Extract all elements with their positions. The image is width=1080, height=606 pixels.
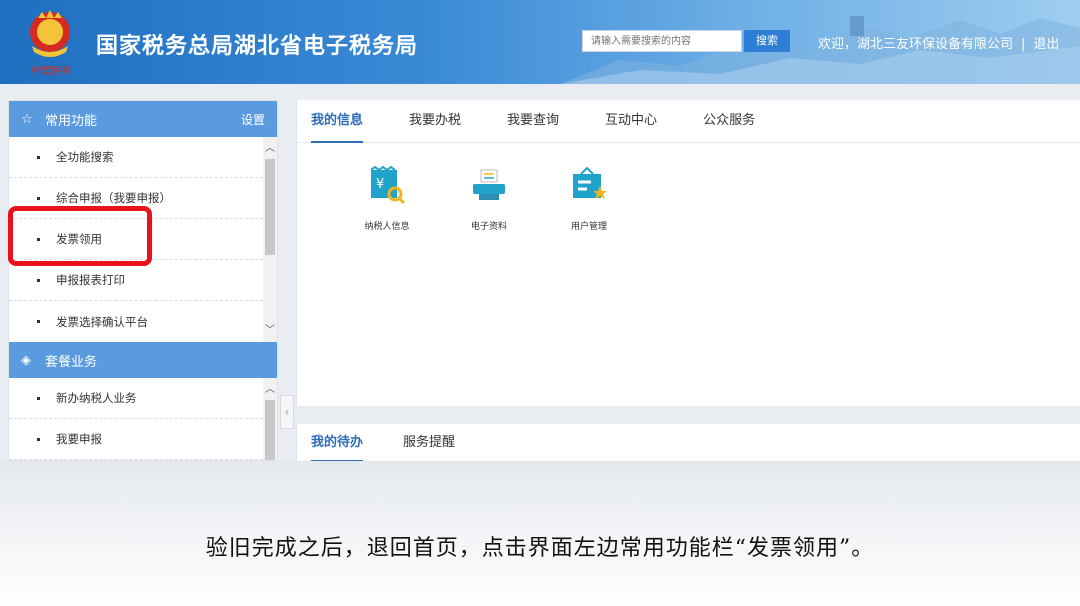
package-business-header[interactable]: ◈ 套餐业务 <box>9 342 277 378</box>
sidebar: ☆ 常用功能 设置 全功能搜索 综合申报（我要申报） 发票领用 申报报表打印 发… <box>8 100 278 461</box>
electronic-documents-icon <box>473 169 505 200</box>
user-management-icon <box>573 166 607 199</box>
sidebar-item-label: 申报报表打印 <box>56 273 125 287</box>
settings-link[interactable]: 设置 <box>241 111 265 128</box>
tab-interaction-center[interactable]: 互动中心 <box>605 100 657 142</box>
sidebar-item-label: 新办纳税人业务 <box>56 391 137 405</box>
package-business-label: 套餐业务 <box>45 354 98 370</box>
package-list-scrollbar[interactable]: ︿ <box>263 378 277 460</box>
tile-taxpayer-info[interactable]: ¥ 纳税人信息 <box>347 165 427 232</box>
tab-my-todo[interactable]: 我的待办 <box>311 424 364 462</box>
bullet-icon <box>37 396 40 400</box>
sidebar-item-label: 全功能搜索 <box>56 150 114 164</box>
tab-query[interactable]: 我要查询 <box>507 100 559 142</box>
welcome-text: 欢迎，湖北三友环保设备有限公司 <box>818 37 1014 52</box>
tile-label: 纳税人信息 <box>364 222 410 232</box>
site-header: 中国税务 国家税务总局湖北省电子税务局 搜索 欢迎，湖北三友环保设备有限公司 | 退… <box>0 0 1080 84</box>
taxpayer-info-icon: ¥ <box>370 165 406 205</box>
todo-panel: 我的待办 服务提醒 <box>296 424 1080 462</box>
layers-icon: ◈ <box>21 352 31 368</box>
svg-text:¥: ¥ <box>376 177 384 192</box>
main-tabs: 我的信息 我要办税 我要查询 互动中心 公众服务 <box>297 100 1080 143</box>
sidebar-item-invoice-confirm-platform[interactable]: 发票选择确认平台 <box>9 301 263 342</box>
logo-script-text: 中国税务 <box>30 66 70 77</box>
sidebar-item-label: 综合申报（我要申报） <box>56 191 171 205</box>
sidebar-item-my-filing[interactable]: 我要申报 <box>9 419 263 460</box>
search-button[interactable]: 搜索 <box>744 30 790 52</box>
tab-service-reminder[interactable]: 服务提醒 <box>403 424 455 461</box>
star-outline-icon: ☆ <box>21 111 33 127</box>
scrollbar-thumb[interactable] <box>265 159 275 255</box>
common-functions-header[interactable]: ☆ 常用功能 设置 <box>9 101 277 137</box>
tab-public-service[interactable]: 公众服务 <box>703 100 755 142</box>
bullet-icon <box>37 320 40 323</box>
scroll-up-icon[interactable]: ︿ <box>263 139 277 154</box>
common-list-scrollbar[interactable]: ︿ ﹀ <box>263 137 277 342</box>
sidebar-item-label: 发票选择确认平台 <box>56 314 148 329</box>
highlight-annotation-box <box>8 206 152 266</box>
sidebar-item-full-search[interactable]: 全功能搜索 <box>9 137 263 178</box>
tab-handle-tax[interactable]: 我要办税 <box>409 100 461 142</box>
bullet-icon <box>37 196 40 200</box>
site-title: 国家税务总局湖北省电子税务局 <box>96 34 419 59</box>
bullet-icon <box>37 278 40 282</box>
scroll-up-icon[interactable]: ︿ <box>263 380 277 395</box>
collapse-sidebar-icon[interactable]: ‹ <box>280 395 294 429</box>
tile-label: 用户管理 <box>570 222 607 232</box>
sidebar-item-label: 我要申报 <box>56 432 102 446</box>
bullet-icon <box>37 155 40 159</box>
tile-electronic-documents[interactable]: 电子资料 <box>449 166 529 232</box>
instruction-caption: 验旧完成之后，退回首页，点击界面左边常用功能栏“发票领用”。 <box>205 536 875 561</box>
tax-emblem-logo: 中国税务 <box>20 8 82 78</box>
package-business-list: 新办纳税人业务 我要申报 ︿ <box>9 378 277 460</box>
search-input[interactable] <box>582 30 742 52</box>
main-panel: 我的信息 我要办税 我要查询 互动中心 公众服务 ¥ 纳税人信息 电子资料 用户… <box>296 100 1080 406</box>
scrollbar-thumb[interactable] <box>265 400 275 460</box>
header-separator: | <box>1021 37 1026 52</box>
logout-link[interactable]: 退出 <box>1033 37 1059 52</box>
common-functions-label: 常用功能 <box>45 113 98 129</box>
tile-user-management[interactable]: 用户管理 <box>549 166 629 232</box>
sidebar-item-report-print[interactable]: 申报报表打印 <box>9 260 263 301</box>
tab-my-info[interactable]: 我的信息 <box>311 100 364 143</box>
sidebar-item-new-taxpayer[interactable]: 新办纳税人业务 <box>9 378 263 419</box>
welcome-area: 欢迎，湖北三友环保设备有限公司 | 退出 <box>818 33 1059 52</box>
bullet-icon <box>37 437 40 441</box>
tile-label: 电子资料 <box>470 222 507 232</box>
scroll-down-icon[interactable]: ﹀ <box>263 321 277 336</box>
